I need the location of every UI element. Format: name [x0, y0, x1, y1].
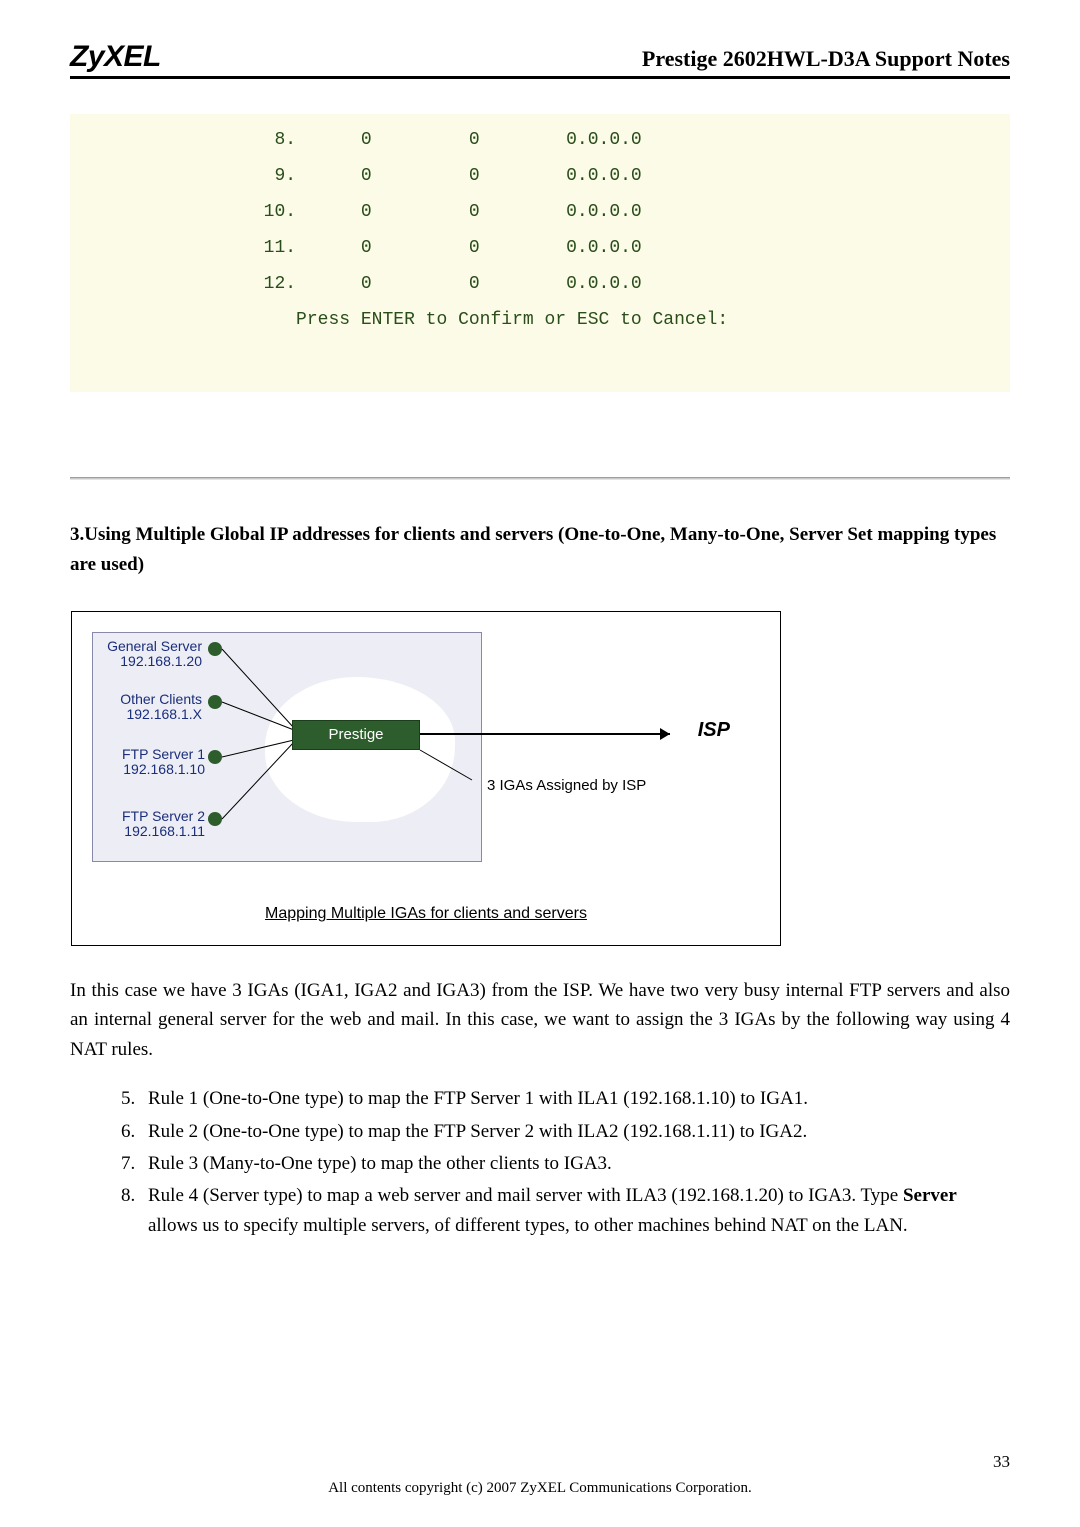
client-ip: 192.168.1.20 [120, 653, 202, 669]
code-row: 11. 0 0 0.0.0.0 [80, 230, 1000, 266]
section-divider [70, 477, 1010, 480]
col1: 0 [361, 238, 372, 258]
router-box: Prestige [292, 720, 420, 750]
section-heading: 3.Using Multiple Global IP addresses for… [70, 520, 1010, 581]
page-header: ZyXEL Prestige 2602HWL-D3A Support Notes [70, 40, 1010, 79]
client-dot-icon [208, 695, 222, 709]
code-row: 9. 0 0 0.0.0.0 [80, 158, 1000, 194]
isp-label: ISP [698, 719, 730, 742]
list-item: Rule 2 (One-to-One type) to map the FTP … [140, 1117, 1010, 1146]
client-ip: 192.168.1.10 [123, 761, 205, 777]
row-index: 10. [264, 202, 296, 222]
col3: 0.0.0.0 [566, 130, 642, 150]
col1: 0 [361, 202, 372, 222]
col2: 0 [469, 238, 480, 258]
document-title: Prestige 2602HWL-D3A Support Notes [642, 46, 1010, 74]
prompt-text: Press ENTER to Confirm or ESC to Cancel: [296, 310, 728, 330]
code-row: 8. 0 0 0.0.0.0 [80, 122, 1000, 158]
col2: 0 [469, 130, 480, 150]
client-name: FTP Server 1 [122, 746, 205, 762]
client-name: FTP Server 2 [122, 808, 205, 824]
client-name: Other Clients [120, 691, 202, 707]
client-ftp2: FTP Server 2 192.168.1.11 [82, 809, 205, 840]
rule-text: Rule 1 (One-to-One type) to map the FTP … [148, 1088, 808, 1109]
page-number: 33 [993, 1452, 1010, 1472]
col3: 0.0.0.0 [566, 274, 642, 294]
col1: 0 [361, 166, 372, 186]
row-index: 12. [264, 274, 296, 294]
col1: 0 [361, 130, 372, 150]
copyright-footer: All contents copyright (c) 2007 ZyXEL Co… [0, 1480, 1080, 1497]
rule-text: Rule 2 (One-to-One type) to map the FTP … [148, 1121, 807, 1142]
client-dot-icon [208, 642, 222, 656]
rule-text: Rule 3 (Many-to-One type) to map the oth… [148, 1153, 612, 1174]
body-paragraph: In this case we have 3 IGAs (IGA1, IGA2 … [70, 976, 1010, 1064]
diagram-caption: Mapping Multiple IGAs for clients and se… [72, 905, 780, 923]
rule-text-bold: Server [903, 1185, 957, 1206]
client-dot-icon [208, 750, 222, 764]
code-footer: Press ENTER to Confirm or ESC to Cancel: [80, 302, 1000, 338]
col3: 0.0.0.0 [566, 202, 642, 222]
col3: 0.0.0.0 [566, 166, 642, 186]
client-ip: 192.168.1.11 [124, 823, 205, 839]
client-other: Other Clients 192.168.1.X [82, 692, 202, 723]
row-index: 8. [274, 130, 296, 150]
code-row: 12. 0 0 0.0.0.0 [80, 266, 1000, 302]
col1: 0 [361, 274, 372, 294]
rule-text-post: allows us to specify multiple servers, o… [148, 1215, 908, 1236]
col2: 0 [469, 202, 480, 222]
list-item: Rule 1 (One-to-One type) to map the FTP … [140, 1084, 1010, 1113]
page: ZyXEL Prestige 2602HWL-D3A Support Notes… [0, 0, 1080, 1527]
terminal-output: 8. 0 0 0.0.0.0 9. 0 0 0.0.0.0 10. 0 0 0.… [70, 114, 1010, 392]
brand-logo: ZyXEL [70, 40, 161, 74]
col2: 0 [469, 166, 480, 186]
client-dot-icon [208, 812, 222, 826]
row-index: 9. [274, 166, 296, 186]
client-ftp1: FTP Server 1 192.168.1.10 [82, 747, 205, 778]
rules-list: Rule 1 (One-to-One type) to map the FTP … [70, 1084, 1010, 1240]
iga-note: 3 IGAs Assigned by ISP [487, 777, 646, 794]
client-name: General Server [107, 638, 202, 654]
client-ip: 192.168.1.X [126, 706, 202, 722]
network-diagram: General Server 192.168.1.20 Other Client… [71, 611, 781, 946]
client-general-server: General Server 192.168.1.20 [82, 639, 202, 670]
col2: 0 [469, 274, 480, 294]
row-index: 11. [264, 238, 296, 258]
list-item: Rule 3 (Many-to-One type) to map the oth… [140, 1149, 1010, 1178]
list-item: Rule 4 (Server type) to map a web server… [140, 1181, 1010, 1240]
col3: 0.0.0.0 [566, 238, 642, 258]
rule-text-pre: Rule 4 (Server type) to map a web server… [148, 1185, 903, 1206]
code-row: 10. 0 0 0.0.0.0 [80, 194, 1000, 230]
